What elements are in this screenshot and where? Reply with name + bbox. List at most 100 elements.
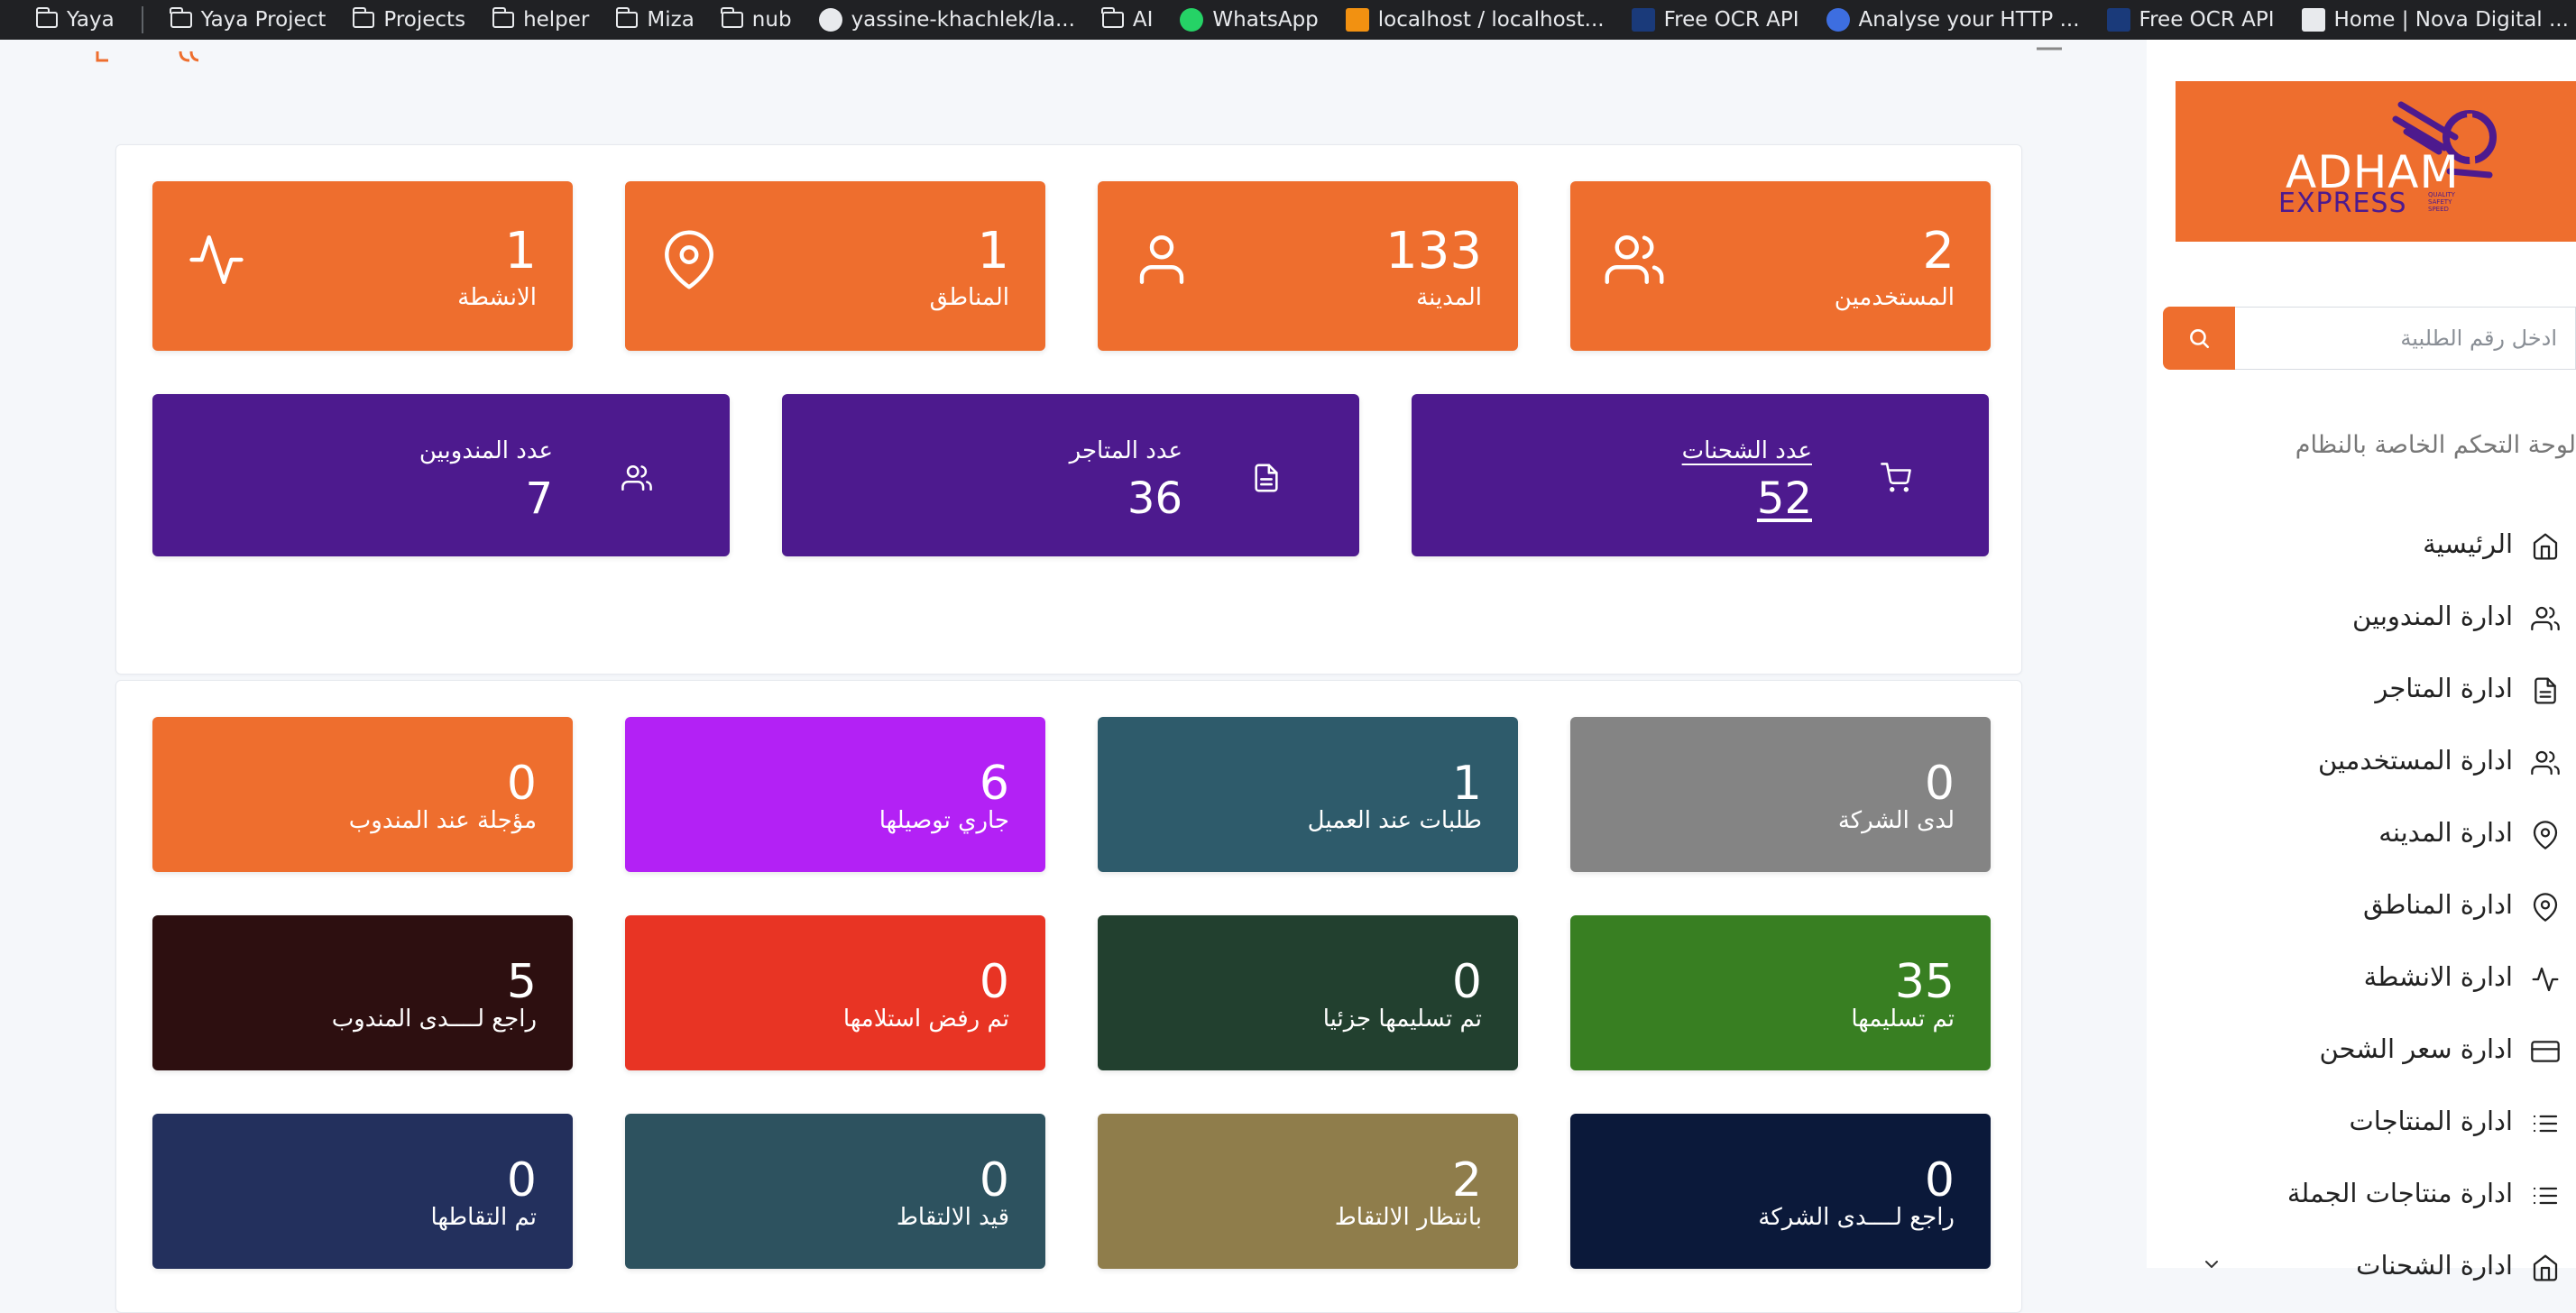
stat-city[interactable]: 133 المدينة (1098, 181, 1518, 351)
bookmark-miza[interactable]: Miza (615, 7, 695, 32)
status-value: 0 (1451, 955, 1482, 1009)
status-at-customer[interactable]: 1 طلبات عند العميل (1098, 717, 1518, 872)
status-value: 0 (1924, 757, 1955, 811)
sidebar-item-label: ادارة الشحنات (2356, 1250, 2513, 1281)
bookmark-github[interactable]: yassine-khachlek/la... (818, 8, 1075, 32)
chevron-down-icon[interactable] (2201, 1253, 2222, 1275)
stat-label[interactable]: عدد الشحنات (1682, 439, 1812, 463)
bookmark-yaya[interactable]: Yaya (35, 7, 115, 32)
stat-label: عدد المندوبين (419, 437, 553, 464)
sidebar-item-delegates[interactable]: ادارة المندوبين (2147, 592, 2576, 646)
sidebar-item-shipments[interactable]: ادارة الشحنات (2147, 1241, 2576, 1295)
status-label: راجع لــــدى المندوب (331, 1005, 537, 1033)
stat-users[interactable]: 2 المستخدمين (1570, 181, 1991, 351)
bookmark-free-ocr-2[interactable]: Free OCR API (2106, 8, 2275, 32)
status-delivered[interactable]: 35 تم تسليمها (1570, 915, 1991, 1070)
status-awaiting-pickup[interactable]: 2 بانتظار الالتقاط (1098, 1114, 1518, 1269)
home-icon (2533, 533, 2558, 560)
sidebar-item-label: ادارة المنتاجات (2349, 1106, 2513, 1136)
stat-delegates[interactable]: عدد المندوبين 7 (152, 394, 730, 556)
status-label: قيد الالتقاط (896, 1204, 1009, 1231)
status-picked-up[interactable]: 0 تم التقاطها (152, 1114, 573, 1269)
bookmark-nub[interactable]: nub (721, 7, 792, 32)
status-value: 0 (1924, 1153, 1955, 1207)
logo-tagline: QUALITY SAFETY SPEED (2428, 191, 2455, 213)
stat-regions[interactable]: 1 المناطق (625, 181, 1045, 351)
sidebar-item-city[interactable]: ادارة المدينه (2147, 808, 2576, 862)
sidebar-item-label: ادارة المندوبين (2352, 601, 2513, 631)
sidebar-item-label: ادارة المتاجر (2375, 673, 2513, 703)
hamburger-menu-icon[interactable] (2035, 40, 2064, 52)
sidebar-item-label: ادارة منتاجات الجملة (2286, 1178, 2513, 1208)
status-label: تم تسليمها (1851, 1005, 1955, 1033)
stat-label: عدد المتاجر (1069, 437, 1182, 464)
activity-icon (2532, 967, 2559, 992)
folder-icon (1101, 7, 1124, 28)
status-in-pickup[interactable]: 0 قيد الالتقاط (625, 1114, 1045, 1269)
status-label: راجع لــــدى الشركة (1758, 1204, 1955, 1231)
map-pin-icon (2533, 821, 2558, 849)
bookmark-yaya-project[interactable]: Yaya Project (170, 7, 326, 32)
status-label: تم رفض استلامها (842, 1005, 1009, 1033)
status-returned-company[interactable]: 0 راجع لــــدى الشركة (1570, 1114, 1991, 1269)
stat-value: 1 (504, 222, 537, 280)
sidebar-item-wholesale-products[interactable]: ادارة منتاجات الجملة (2147, 1169, 2576, 1223)
stat-value[interactable]: 52 (1757, 477, 1812, 520)
status-partially-delivered[interactable]: 0 تم تسليمها جزئيا (1098, 915, 1518, 1070)
bookmark-whatsapp[interactable]: WhatsApp (1180, 8, 1319, 32)
sidebar-item-users[interactable]: ادارة المستخدمين (2147, 736, 2576, 790)
logo-subtext: EXPRESS (2278, 188, 2407, 219)
sidebar-item-activities[interactable]: ادارة الانشطة (2147, 952, 2576, 1006)
list-icon (2533, 1115, 2558, 1133)
stat-activities[interactable]: 1 الانشطة (152, 181, 573, 351)
map-pin-icon (2533, 893, 2558, 922)
folder-icon (170, 7, 192, 28)
stat-value: 7 (525, 473, 553, 524)
order-search (2163, 307, 2576, 370)
activity-icon (189, 235, 244, 284)
star-icon (1826, 8, 1850, 32)
status-value: 0 (506, 1153, 537, 1207)
credit-card-icon (2531, 1041, 2560, 1062)
stat-shipments[interactable]: عدد الشحنات 52 (1412, 394, 1989, 556)
sidebar-item-products[interactable]: ادارة المنتاجات (2147, 1097, 2576, 1151)
file-icon (2535, 677, 2556, 704)
sidebar-item-home[interactable]: الرئيسية (2147, 519, 2576, 574)
brand-logo[interactable]: ADHAM EXPRESS QUALITY SAFETY SPEED (2176, 81, 2576, 242)
bookmark-ai[interactable]: AI (1101, 7, 1153, 32)
bookmark-free-ocr[interactable]: Free OCR API (1631, 8, 1799, 32)
bookmark-phpmyadmin[interactable]: localhost / localhost... (1345, 8, 1605, 32)
status-value: 0 (506, 757, 537, 811)
panel-title: لوحة التحكم الخاصة بالنظام (2295, 431, 2576, 459)
bookmark-projects[interactable]: Projects (352, 7, 465, 32)
sidebar-item-label: ادارة سعر الشحن (2319, 1033, 2513, 1064)
stat-value: 133 (1385, 222, 1482, 280)
status-postponed[interactable]: 0 مؤجلة عند المندوب (152, 717, 573, 872)
bookmark-nova-digital[interactable]: Home | Nova Digital ... (2301, 8, 2569, 32)
folder-icon (721, 7, 743, 28)
status-label: تم التقاطها (430, 1204, 537, 1231)
file-icon (1255, 464, 1278, 492)
status-returned-delegate[interactable]: 5 راجع لــــدى المندوب (152, 915, 573, 1070)
search-icon (2190, 329, 2210, 349)
users-icon (2531, 750, 2560, 776)
status-card: 0 لدى الشركة 1 طلبات عند العميل 6 جاري ت… (115, 680, 2022, 1313)
status-in-delivery[interactable]: 6 جاري توصيلها (625, 717, 1045, 872)
stat-label: المستخدمين (1834, 284, 1955, 311)
status-value: 1 (1451, 757, 1482, 811)
sidebar-item-shipping-price[interactable]: ادارة سعر الشحن (2147, 1024, 2576, 1079)
sidebar-item-label: الرئيسية (2423, 528, 2513, 559)
sidebar-item-regions[interactable]: ادارة المناطق (2147, 880, 2576, 934)
bookmark-analyse-http[interactable]: Analyse your HTTP ... (1826, 8, 2080, 32)
ocr-icon (1631, 8, 1655, 32)
order-number-input[interactable] (2235, 307, 2576, 370)
status-at-company[interactable]: 0 لدى الشركة (1570, 717, 1991, 872)
status-rejected[interactable]: 0 تم رفض استلامها (625, 915, 1045, 1070)
status-label: طلبات عند العميل (1307, 807, 1482, 834)
folder-icon (35, 7, 58, 28)
nova-icon (2301, 8, 2325, 32)
stat-stores[interactable]: عدد المتاجر 36 (782, 394, 1359, 556)
bookmark-helper[interactable]: helper (492, 7, 589, 32)
search-button[interactable] (2163, 307, 2235, 370)
sidebar-item-stores[interactable]: ادارة المتاجر (2147, 664, 2576, 718)
